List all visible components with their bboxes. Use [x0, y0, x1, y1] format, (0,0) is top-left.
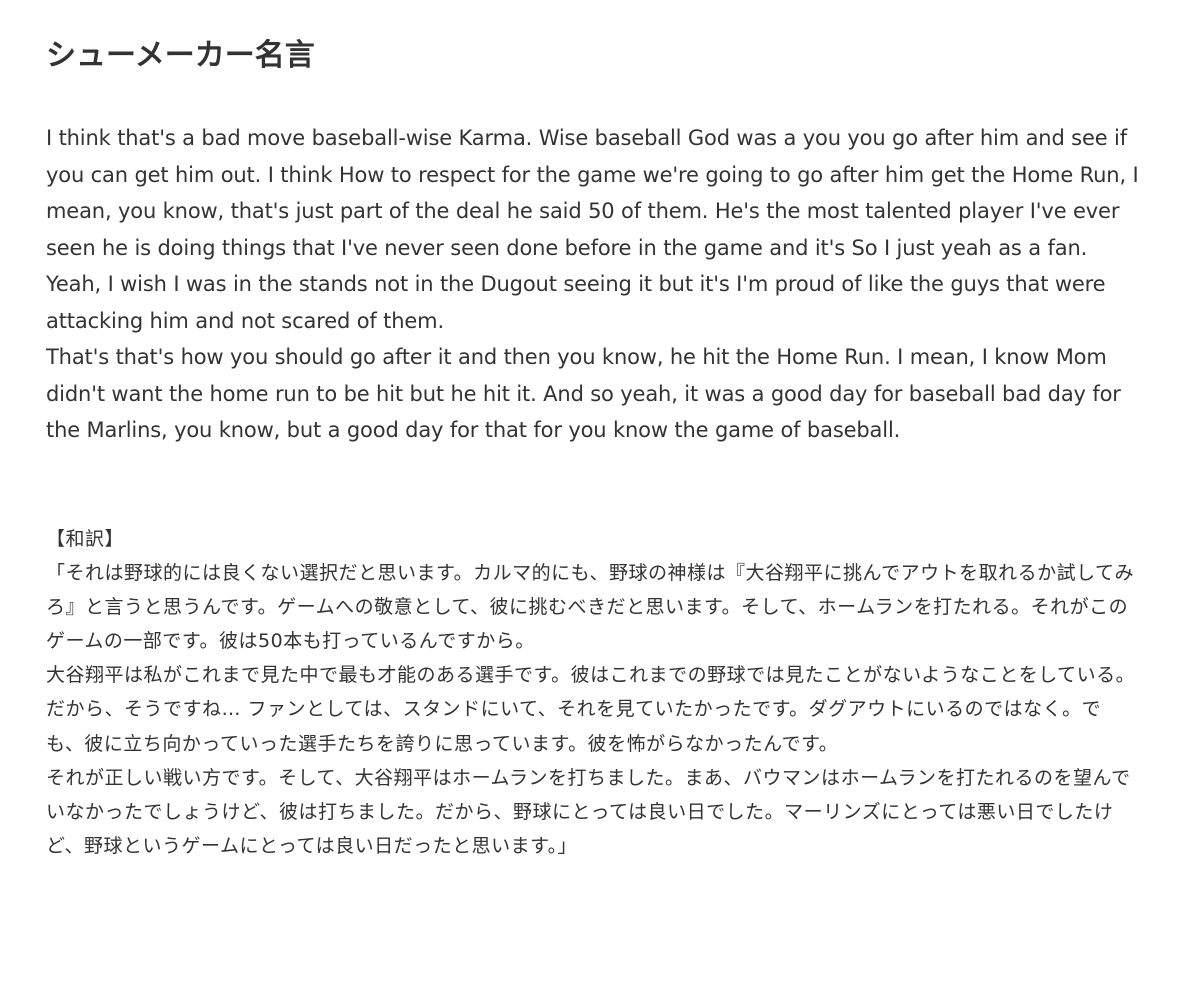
japanese-paragraph: 「それは野球的には良くない選択だと思います。カルマ的にも、野球の神様は『大谷翔平… [46, 562, 1135, 653]
japanese-translation: 【和訳】 「それは野球的には良くない選択だと思います。カルマ的にも、野球の神様は… [46, 522, 1138, 863]
translation-heading: 【和訳】 [46, 528, 125, 550]
japanese-paragraph: 大谷翔平は私がこれまで見た中で最も才能のある選手です。彼はこれまでの野球では見た… [46, 664, 1136, 755]
english-paragraph: That's that's how you should go after it… [46, 345, 1121, 442]
page-title: シューメーカー名言 [46, 38, 315, 73]
japanese-paragraph: それが正しい戦い方です。そして、大谷翔平はホームランを打ちました。まあ、バウマン… [46, 766, 1131, 857]
english-paragraph: I think that's a bad move baseball-wise … [46, 126, 1139, 333]
english-quote: I think that's a bad move baseball-wise … [46, 120, 1146, 449]
